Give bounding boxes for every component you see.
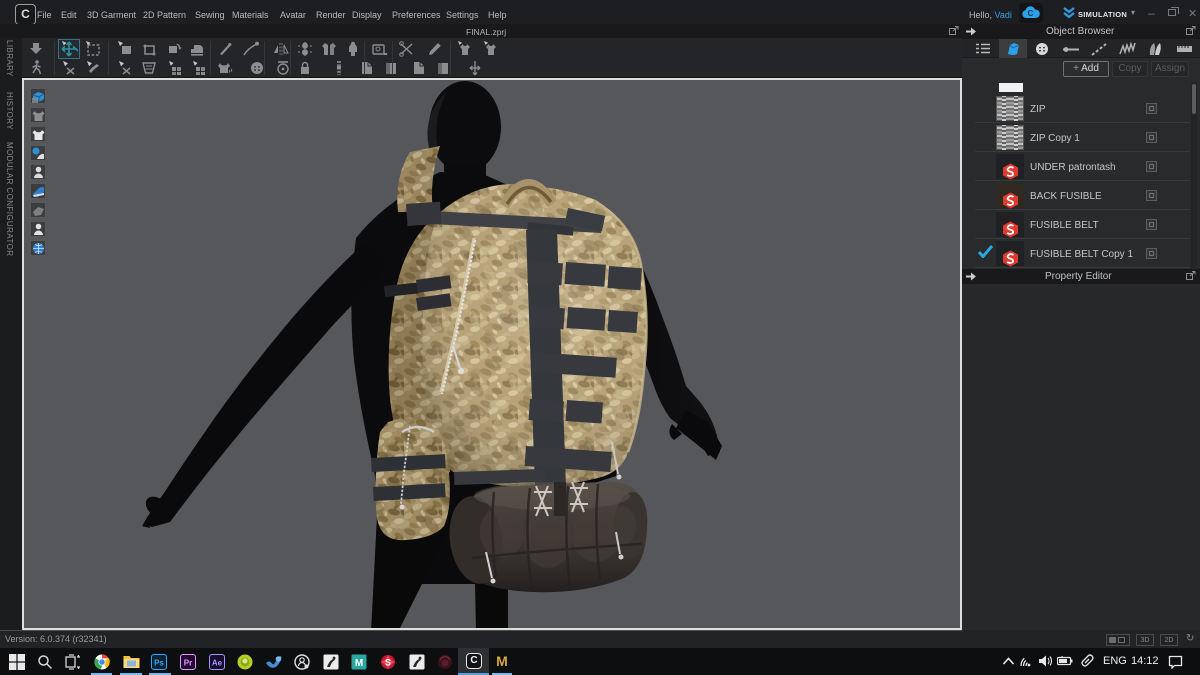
svg-text:S: S (385, 658, 391, 668)
svg-text:M: M (355, 658, 363, 669)
svg-text:Ps: Ps (154, 659, 164, 668)
svg-text:C: C (1028, 9, 1034, 18)
svg-text:Ae: Ae (212, 659, 223, 668)
svg-text:Pr: Pr (184, 659, 192, 668)
